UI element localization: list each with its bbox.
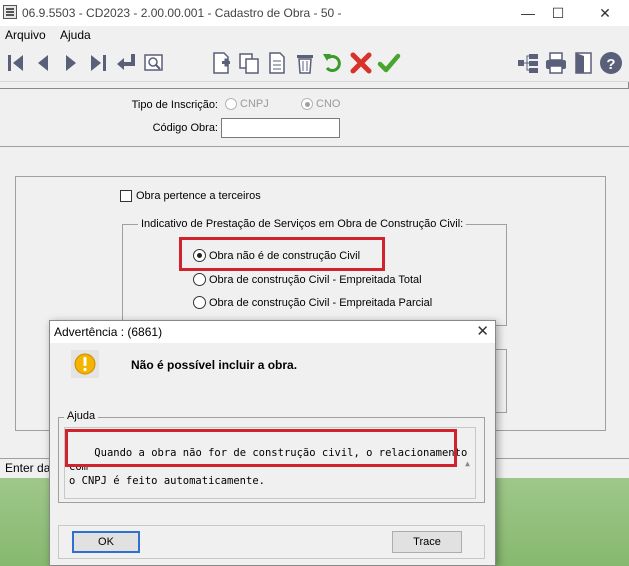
cnpj-label: CNPJ	[240, 98, 269, 110]
minimize-button[interactable]: —	[513, 2, 543, 24]
option-empreitada-parcial-radio[interactable]: Obra de construção Civil - Empreitada Pa…	[193, 296, 432, 309]
statusbar-text: Enter da	[5, 461, 51, 475]
last-record-button[interactable]	[85, 50, 111, 76]
dialog-message: Não é possível incluir a obra.	[131, 358, 298, 372]
print-icon	[546, 52, 566, 74]
last-icon	[91, 55, 106, 71]
terceiros-label: Obra pertence a terceiros	[136, 190, 261, 202]
undo-icon	[323, 54, 341, 72]
next-icon	[66, 55, 76, 71]
delete-record-button[interactable]	[292, 50, 318, 76]
app-icon	[3, 5, 17, 19]
previous-icon	[38, 55, 48, 71]
warning-icon	[71, 350, 99, 378]
cno-radio[interactable]: CNO	[301, 98, 340, 110]
option-empreitada-total-radio[interactable]: Obra de construção Civil - Empreitada To…	[193, 273, 422, 286]
edit-record-button[interactable]	[264, 50, 290, 76]
svg-text:?: ?	[606, 56, 615, 73]
help-textarea[interactable]: Quando a obra não for de construção civi…	[64, 427, 476, 499]
codigo-obra-label: Código Obra:	[152, 122, 218, 134]
tree-view-button[interactable]	[515, 50, 541, 76]
window-title: 06.9.5503 - CD2023 - 2.00.00.001 - Cadas…	[22, 6, 342, 20]
dialog-title: Advertência : (6861)	[54, 325, 163, 339]
confirm-icon	[377, 53, 401, 73]
toolbar: ?	[0, 46, 629, 82]
ok-button[interactable]: OK	[72, 531, 140, 553]
new-icon	[213, 52, 230, 74]
cno-radio-circle	[301, 98, 313, 110]
help-legend: Ajuda	[64, 410, 99, 422]
close-button[interactable]: ✕	[590, 2, 620, 24]
help-button[interactable]: ?	[598, 50, 624, 76]
option-nao-construcao-label: Obra não é de construção Civil	[209, 249, 361, 262]
return-button[interactable]	[113, 50, 139, 76]
option-empreitada-parcial-circle	[193, 296, 206, 309]
codigo-obra-input[interactable]	[221, 118, 340, 138]
window-titlebar: 06.9.5503 - CD2023 - 2.00.00.001 - Cadas…	[0, 0, 629, 26]
terceiros-checkbox-box	[120, 190, 132, 202]
copy-icon	[239, 53, 259, 74]
undo-button[interactable]	[320, 50, 346, 76]
print-button[interactable]	[543, 50, 569, 76]
cnpj-radio[interactable]: CNPJ	[225, 98, 269, 110]
identification-panel: Tipo de Inscrição: CNPJ CNO Código Obra:	[0, 89, 629, 147]
menu-ajuda[interactable]: Ajuda	[60, 28, 91, 42]
help-icon: ?	[600, 52, 622, 74]
warning-dialog: Advertência : (6861) ✕ Não é possível in…	[49, 320, 496, 566]
next-record-button[interactable]	[58, 50, 84, 76]
cnpj-radio-circle	[225, 98, 237, 110]
option-empreitada-total-circle	[193, 273, 206, 286]
help-text: Quando a obra não for de construção civi…	[69, 447, 468, 487]
menu-arquivo[interactable]: Arquivo	[5, 28, 46, 42]
option-empreitada-parcial-label: Obra de construção Civil - Empreitada Pa…	[209, 296, 433, 309]
first-icon	[8, 55, 23, 71]
cancel-icon	[350, 52, 372, 74]
cno-label: CNO	[316, 98, 341, 110]
copy-record-button[interactable]	[236, 50, 262, 76]
help-scrollbar[interactable]: ▲ ▼	[461, 429, 474, 497]
option-nao-construcao-radio[interactable]: Obra não é de construção Civil	[193, 249, 360, 262]
option-empreitada-total-label: Obra de construção Civil - Empreitada To…	[209, 273, 422, 286]
menubar: Arquivo Ajuda	[0, 26, 629, 46]
trace-button[interactable]: Trace	[392, 531, 462, 553]
cancel-button[interactable]	[348, 50, 374, 76]
new-record-button[interactable]	[208, 50, 234, 76]
search-button[interactable]	[141, 50, 167, 76]
dialog-close-button[interactable]: ✕	[476, 323, 489, 341]
search-icon	[144, 54, 163, 71]
confirm-button[interactable]	[376, 50, 402, 76]
option-nao-construcao-circle	[193, 249, 206, 262]
maximize-button[interactable]: ☐	[543, 2, 573, 24]
terceiros-checkbox[interactable]: Obra pertence a terceiros	[120, 190, 261, 202]
scroll-up-icon: ▲	[465, 459, 470, 468]
exit-button[interactable]	[571, 50, 597, 76]
tipo-inscricao-label: Tipo de Inscrição:	[131, 99, 218, 111]
exit-icon	[575, 52, 592, 74]
indicativo-legend: Indicativo de Prestação de Serviços em O…	[138, 218, 467, 230]
previous-record-button[interactable]	[30, 50, 56, 76]
delete-icon	[297, 55, 313, 74]
dialog-titlebar: Advertência : (6861) ✕	[50, 321, 495, 343]
tree-icon	[518, 54, 538, 73]
first-record-button[interactable]	[3, 50, 29, 76]
edit-icon	[269, 52, 285, 74]
return-icon	[117, 54, 135, 70]
